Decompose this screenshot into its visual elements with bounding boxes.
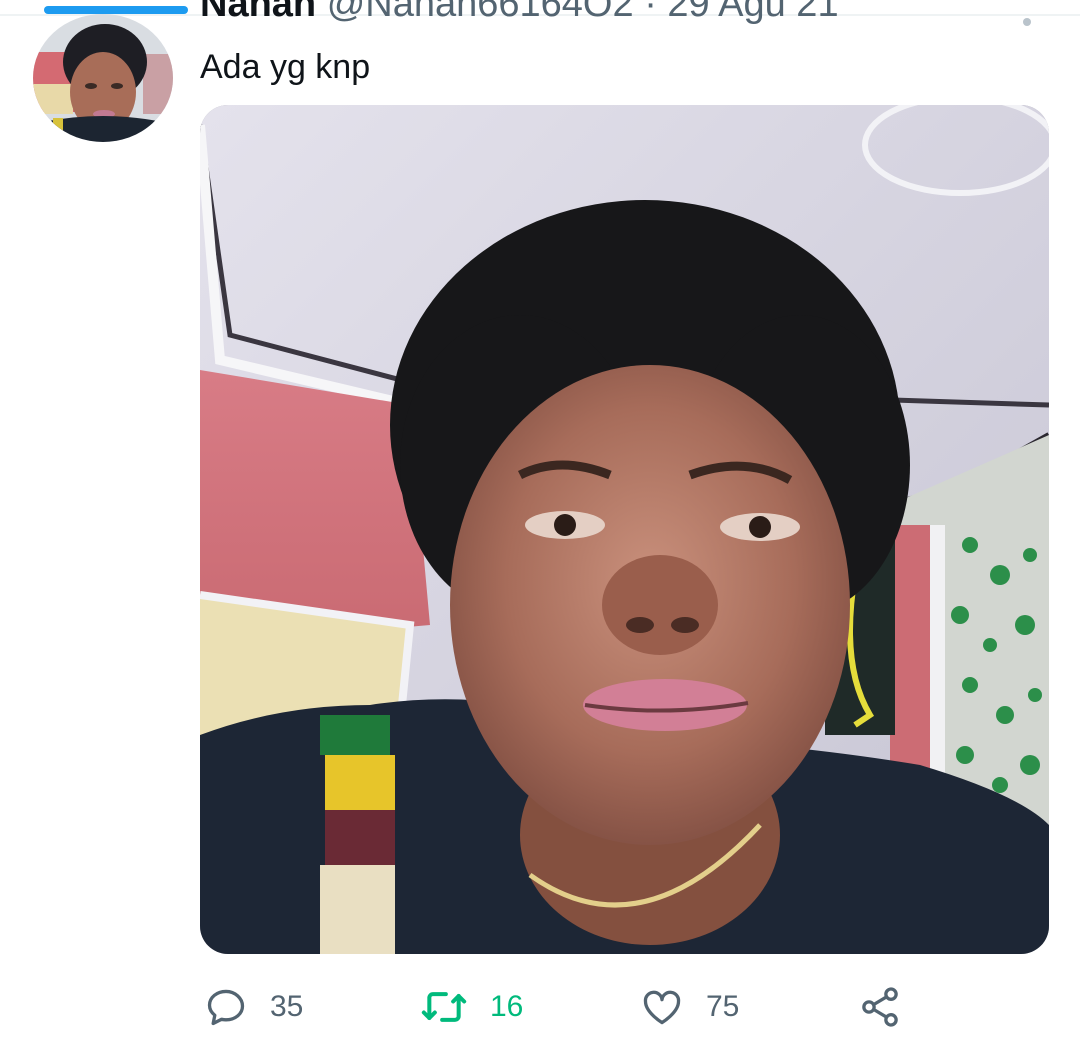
author-handle[interactable]: @Nanan66164O2 bbox=[327, 0, 634, 25]
share-button[interactable] bbox=[858, 985, 902, 1029]
more-icon-dot bbox=[1023, 18, 1031, 26]
loading-progress-bar bbox=[44, 6, 188, 14]
tweet-text: Ada yg knp bbox=[200, 48, 371, 86]
tweet-media[interactable] bbox=[200, 105, 1049, 954]
retweet-icon bbox=[421, 992, 467, 1022]
tweet-header: Nanan @Nanan66164O2 · 29 Agu 21 bbox=[200, 0, 839, 26]
reply-count: 35 bbox=[270, 990, 304, 1023]
avatar[interactable] bbox=[33, 14, 173, 142]
more-icon[interactable] bbox=[1018, 14, 1036, 34]
like-button[interactable]: 75 bbox=[640, 985, 739, 1029]
like-icon bbox=[643, 990, 681, 1025]
like-count: 75 bbox=[706, 990, 740, 1023]
media-photo bbox=[200, 105, 1049, 954]
share-icon bbox=[862, 987, 898, 1027]
reply-icon bbox=[207, 989, 245, 1026]
avatar-photo bbox=[33, 14, 173, 142]
retweet-count: 16 bbox=[490, 990, 524, 1023]
reply-button[interactable]: 35 bbox=[204, 985, 303, 1029]
retweet-button[interactable]: 16 bbox=[420, 985, 523, 1029]
header-separator: · bbox=[644, 0, 657, 25]
author-name[interactable]: Nanan bbox=[200, 0, 316, 25]
tweet-date[interactable]: 29 Agu 21 bbox=[667, 0, 838, 25]
